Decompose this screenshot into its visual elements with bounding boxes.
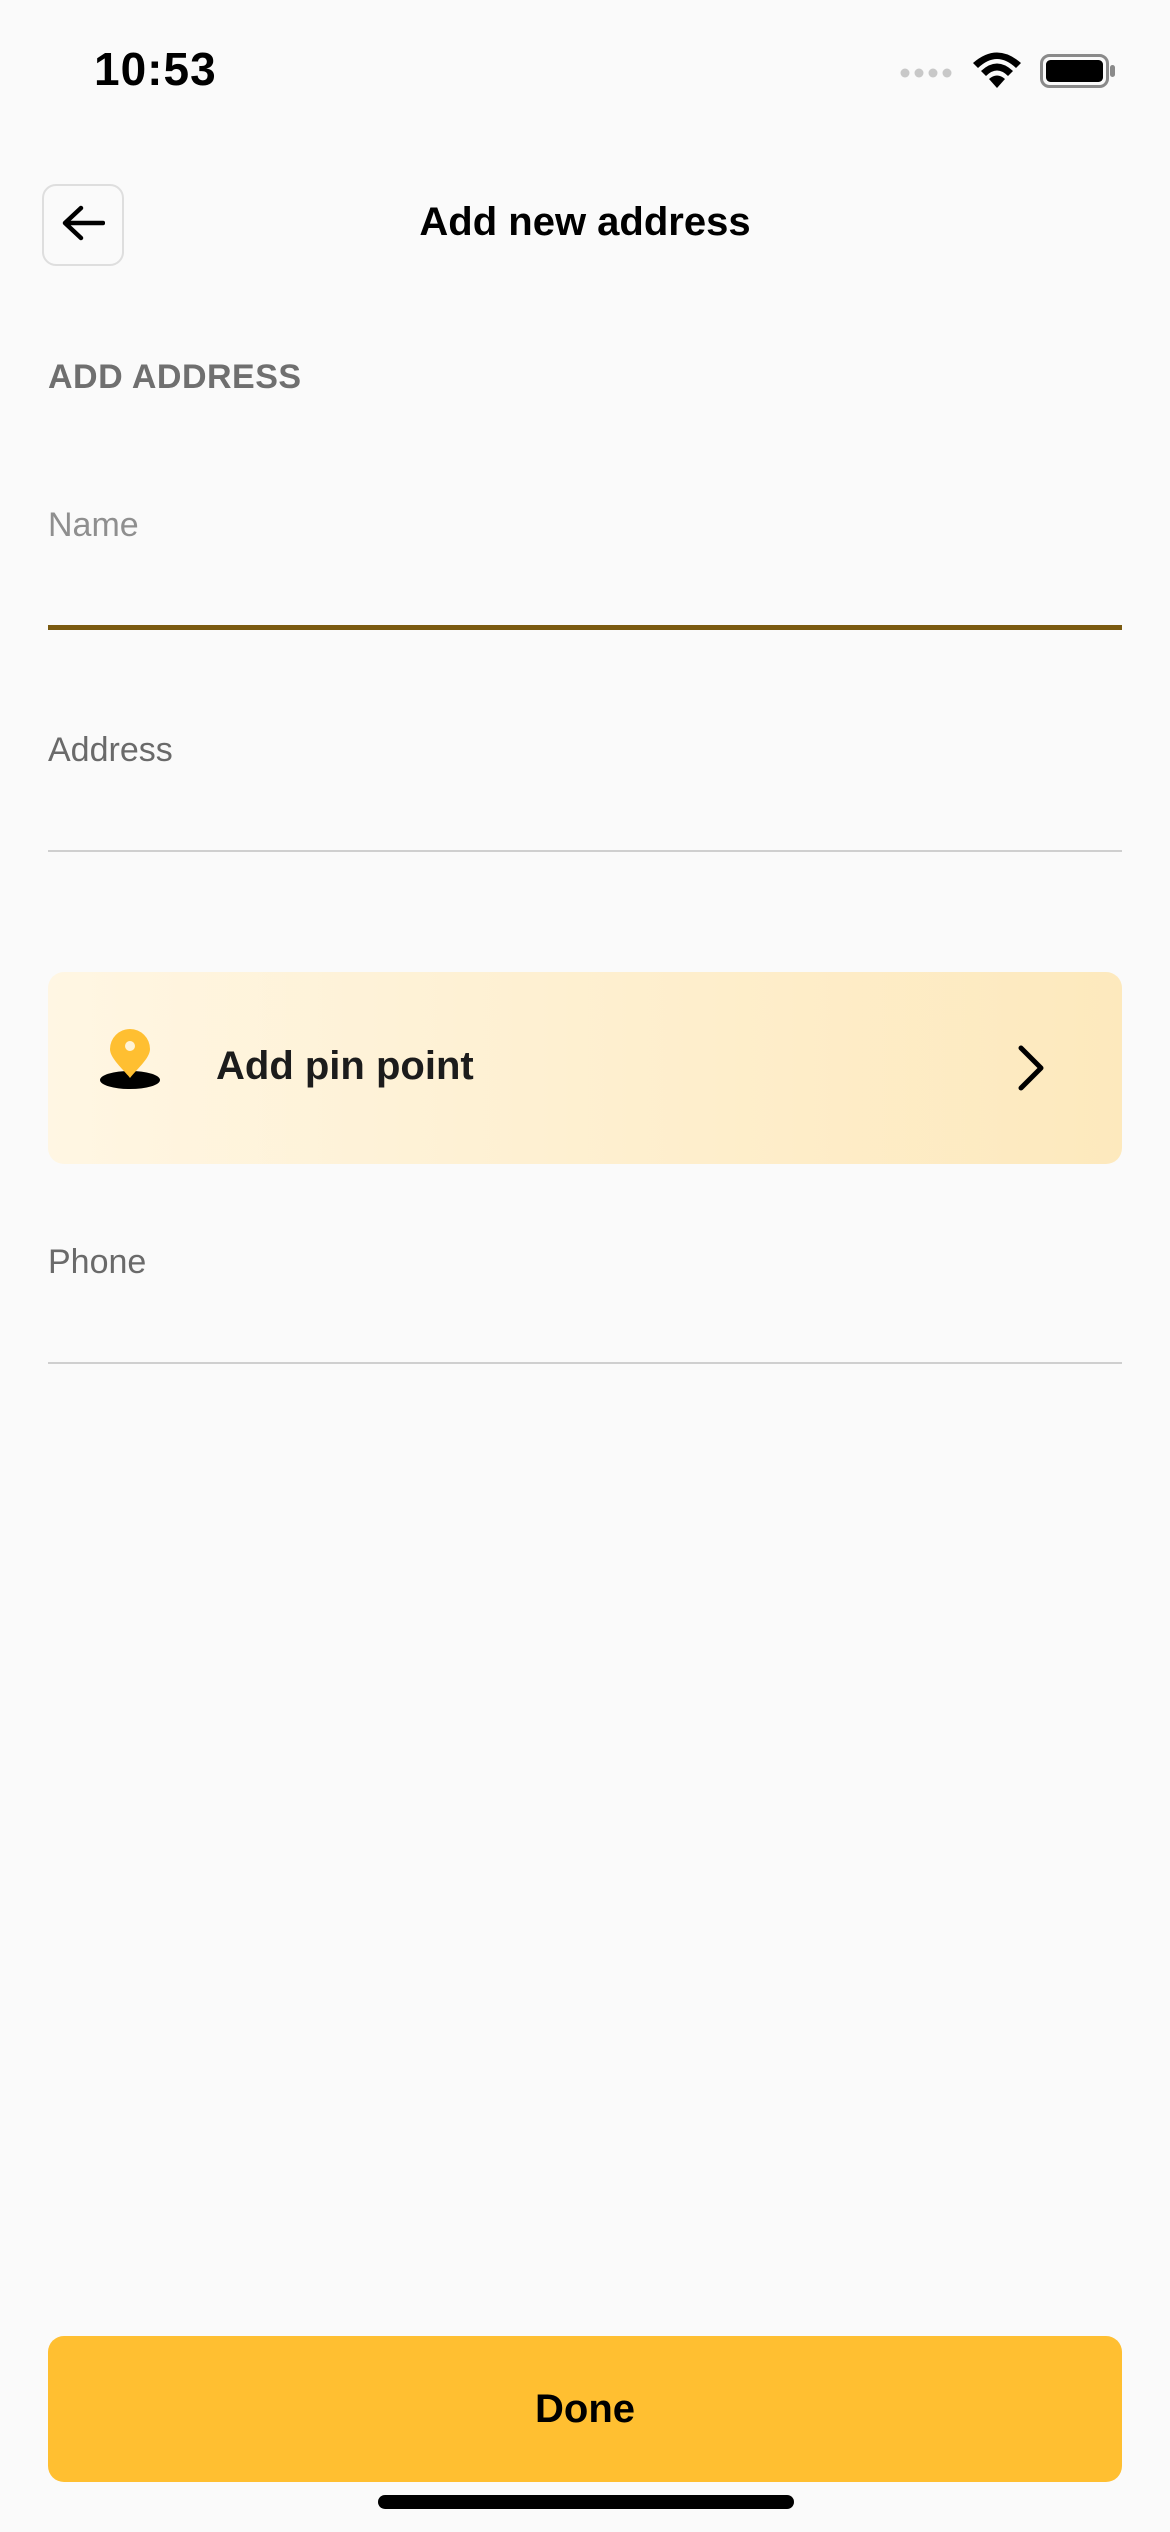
name-field[interactable]: Name bbox=[48, 506, 1122, 630]
status-time: 10:53 bbox=[94, 43, 217, 95]
wifi-icon bbox=[972, 52, 1022, 95]
section-title: ADD ADDRESS bbox=[48, 358, 302, 396]
name-input[interactable] bbox=[48, 555, 1122, 625]
done-button[interactable]: Done bbox=[48, 2336, 1122, 2482]
chevron-right-icon bbox=[1016, 1044, 1046, 1097]
address-field-underline bbox=[48, 850, 1122, 852]
name-field-label: Name bbox=[48, 506, 139, 544]
cellular-signal-icon bbox=[900, 64, 954, 83]
address-input[interactable] bbox=[48, 780, 1122, 850]
phone-input[interactable] bbox=[48, 1292, 1122, 1362]
phone-field-label: Phone bbox=[48, 1243, 147, 1281]
name-field-underline bbox=[48, 625, 1122, 630]
status-icons bbox=[900, 52, 1116, 95]
home-indicator bbox=[378, 2495, 794, 2509]
address-field[interactable]: Address bbox=[48, 731, 1122, 852]
address-field-label: Address bbox=[48, 731, 173, 769]
map-pin-icon bbox=[98, 1028, 162, 1097]
phone-field-underline bbox=[48, 1362, 1122, 1364]
battery-icon bbox=[1040, 52, 1116, 95]
page-title: Add new address bbox=[419, 200, 751, 244]
add-pin-point-label: Add pin point bbox=[216, 1044, 474, 1088]
status-bar: 10:53 bbox=[0, 0, 1170, 150]
phone-field[interactable]: Phone bbox=[48, 1243, 1122, 1364]
add-pin-point-button[interactable]: Add pin point bbox=[48, 972, 1122, 1164]
header: Add new address bbox=[0, 180, 1170, 270]
